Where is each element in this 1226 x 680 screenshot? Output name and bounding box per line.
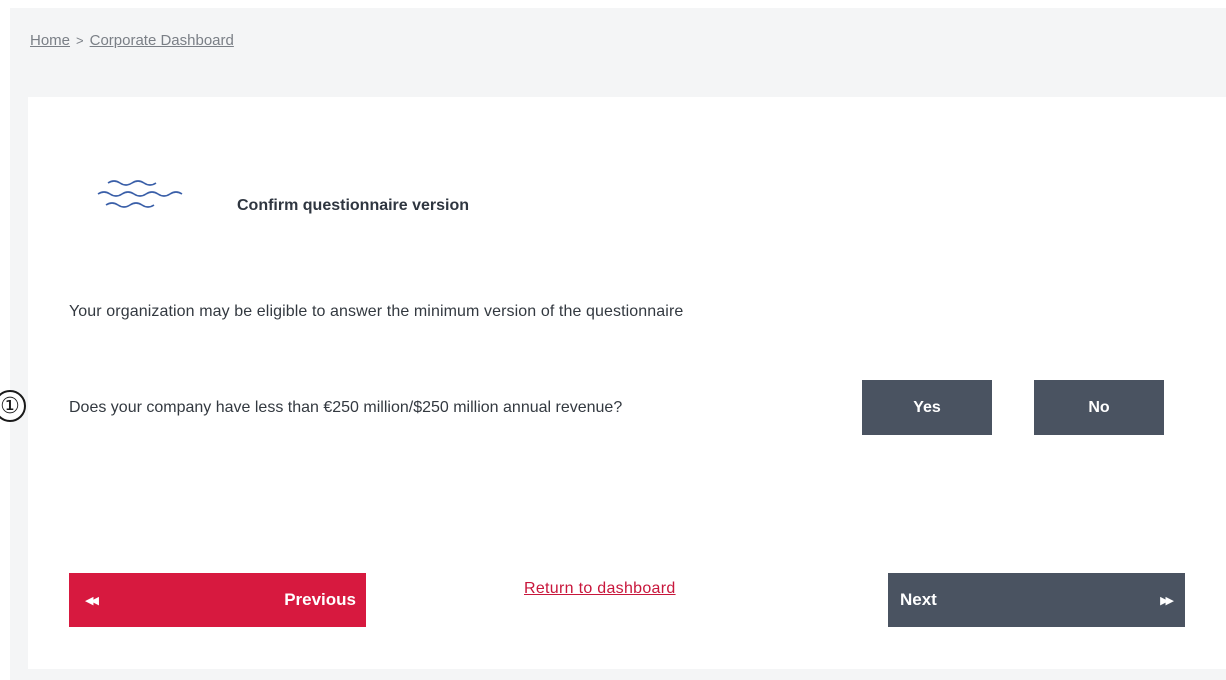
double-left-arrow-icon: ◀◀ xyxy=(85,594,99,607)
previous-button-label: Previous xyxy=(284,590,356,609)
next-button[interactable]: Next ▶▶ xyxy=(888,573,1185,627)
no-button[interactable]: No xyxy=(1034,380,1164,435)
card-title: Confirm questionnaire version xyxy=(237,197,470,214)
breadcrumb-separator: > xyxy=(76,33,84,48)
double-right-arrow-icon: ▶▶ xyxy=(1160,594,1174,607)
breadcrumb-home-link[interactable]: Home xyxy=(30,32,70,49)
return-to-dashboard-link[interactable]: Return to dashboard xyxy=(524,580,676,598)
breadcrumb: Home > Corporate Dashboard xyxy=(30,32,234,49)
eligibility-intro-text: Your organization may be eligible to ans… xyxy=(69,303,684,320)
yes-button[interactable]: Yes xyxy=(862,380,992,435)
revenue-question-text: Does your company have less than €250 mi… xyxy=(69,399,623,416)
breadcrumb-current-link[interactable]: Corporate Dashboard xyxy=(90,32,234,49)
next-button-label: Next xyxy=(900,590,937,609)
previous-button[interactable]: ◀◀ Previous xyxy=(69,573,366,627)
wave-icon xyxy=(97,180,183,208)
